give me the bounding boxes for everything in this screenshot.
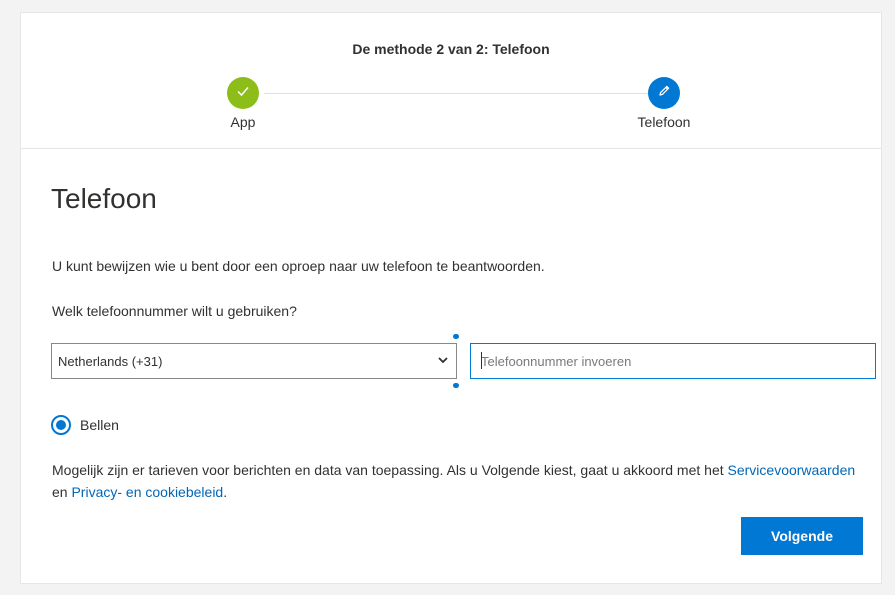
next-button[interactable]: Volgende [741,517,863,555]
page-title: Telefoon [51,183,157,214]
notice-connector: en [52,484,68,500]
checkmark-icon [235,83,251,104]
radio-selected-icon[interactable] [51,415,71,435]
step-title: De methode 2 van 2: Telefoon [352,41,550,57]
text-cursor [481,352,482,369]
step-app-indicator [227,77,259,109]
country-code-select[interactable]: Netherlands (+31) [51,343,457,379]
pencil-icon [656,83,672,104]
country-code-value: Netherlands (+31) [58,353,163,369]
resize-handle-bottom[interactable] [453,383,459,388]
description-text: U kunt bewijzen wie u bent door een opro… [52,258,545,274]
chevron-down-icon [436,353,450,370]
terms-link[interactable]: Servicevoorwaarden [728,462,856,478]
resize-handle-top[interactable] [453,334,459,339]
step-telefoon-indicator [648,77,680,109]
call-option-label: Bellen [80,417,119,433]
wizard-header: De methode 2 van 2: Telefoon App Telefoo… [21,13,881,149]
radio-dot [56,420,66,430]
terms-notice: Mogelijk zijn er tarieven voor berichten… [52,459,872,503]
call-option[interactable]: Bellen [51,415,119,435]
privacy-link[interactable]: Privacy- en cookiebeleid [71,484,223,500]
notice-text: Mogelijk zijn er tarieven voor berichten… [52,462,724,478]
setup-card: De methode 2 van 2: Telefoon App Telefoo… [20,12,882,584]
step-label-telefoon: Telefoon [637,114,691,130]
step-progress-line [264,93,654,94]
step-label-app: App [230,114,256,130]
phone-number-input[interactable] [470,343,876,379]
phone-question-label: Welk telefoonnummer wilt u gebruiken? [52,303,297,319]
notice-end: . [223,484,228,500]
